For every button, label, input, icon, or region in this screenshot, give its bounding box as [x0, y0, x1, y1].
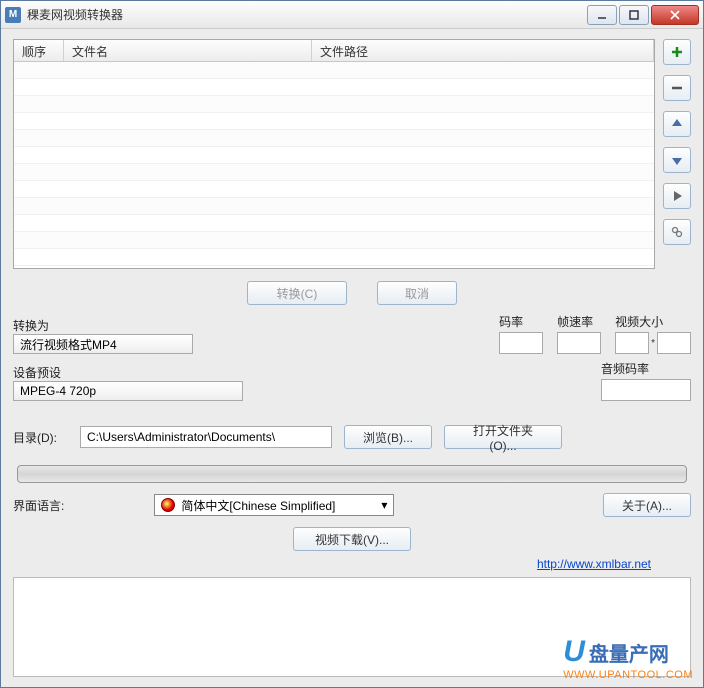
about-button[interactable]: 关于(A)...	[603, 493, 691, 517]
app-icon: M	[5, 7, 21, 23]
watermark-url: WWW.UPANTOOL.COM	[563, 669, 693, 681]
add-button[interactable]	[663, 39, 691, 65]
table-body	[14, 62, 654, 266]
move-up-button[interactable]	[663, 111, 691, 137]
language-value: 简体中文[Chinese Simplified]	[181, 497, 335, 514]
remove-button[interactable]	[663, 75, 691, 101]
convert-to-label: 转换为	[13, 317, 193, 334]
browse-button[interactable]: 浏览(B)...	[344, 425, 432, 449]
bitrate-input[interactable]	[499, 332, 543, 354]
watermark-brand: 盘量产网	[589, 638, 669, 667]
preset-select[interactable]: MPEG-4 720p	[13, 381, 243, 401]
table-row[interactable]	[14, 198, 654, 215]
window-title: 稞麦网视频转换器	[27, 6, 587, 23]
action-row: 转换(C) 取消	[13, 281, 691, 305]
format-value: 流行视频格式MP4	[20, 336, 117, 353]
table-row[interactable]	[14, 62, 654, 79]
preset-label: 设备预设	[13, 364, 243, 381]
website-link[interactable]: http://www.xmlbar.net	[537, 557, 651, 571]
preset-value: MPEG-4 720p	[20, 384, 96, 398]
video-width-input[interactable]	[615, 332, 649, 354]
table-row[interactable]	[14, 113, 654, 130]
flag-icon	[161, 498, 175, 512]
play-button[interactable]	[663, 183, 691, 209]
table-row[interactable]	[14, 232, 654, 249]
open-folder-button[interactable]: 打开文件夹(O)...	[444, 425, 562, 449]
table-row[interactable]	[14, 181, 654, 198]
video-download-button[interactable]: 视频下载(V)...	[293, 527, 411, 551]
framerate-input[interactable]	[557, 332, 601, 354]
close-button[interactable]	[651, 5, 699, 25]
watermark: U 盘量产网 WWW.UPANTOOL.COM	[563, 635, 693, 681]
directory-label: 目录(D):	[13, 429, 68, 446]
table-row[interactable]	[14, 249, 654, 266]
col-filename[interactable]: 文件名	[64, 40, 312, 61]
table-row[interactable]	[14, 130, 654, 147]
col-filepath[interactable]: 文件路径	[312, 40, 654, 61]
client-area: 顺序 文件名 文件路径	[1, 29, 703, 687]
titlebar: M 稞麦网视频转换器	[1, 1, 703, 29]
multiply-icon: *	[651, 338, 655, 349]
maximize-button[interactable]	[619, 5, 649, 25]
settings-button[interactable]	[663, 219, 691, 245]
directory-input[interactable]	[80, 426, 332, 448]
col-order[interactable]: 顺序	[14, 40, 64, 61]
bitrate-label: 码率	[499, 313, 543, 330]
table-row[interactable]	[14, 215, 654, 232]
app-window: M 稞麦网视频转换器 顺序 文件名 文件路径	[0, 0, 704, 688]
table-row[interactable]	[14, 96, 654, 113]
watermark-u-icon: U	[563, 635, 585, 669]
audio-bitrate-input[interactable]	[601, 379, 691, 401]
file-table[interactable]: 顺序 文件名 文件路径	[13, 39, 655, 269]
language-label: 界面语言:	[13, 497, 64, 514]
language-select[interactable]: 简体中文[Chinese Simplified] ▾	[154, 494, 394, 516]
convert-button[interactable]: 转换(C)	[247, 281, 347, 305]
cancel-button[interactable]: 取消	[377, 281, 457, 305]
videosize-label: 视频大小	[615, 313, 691, 330]
table-row[interactable]	[14, 79, 654, 96]
table-header: 顺序 文件名 文件路径	[14, 40, 654, 62]
chevron-down-icon: ▾	[381, 498, 387, 512]
format-select[interactable]: 流行视频格式MP4	[13, 334, 193, 354]
window-controls	[587, 5, 699, 25]
table-row[interactable]	[14, 164, 654, 181]
video-height-input[interactable]	[657, 332, 691, 354]
audio-bitrate-label: 音频码率	[601, 360, 691, 377]
minimize-button[interactable]	[587, 5, 617, 25]
move-down-button[interactable]	[663, 147, 691, 173]
side-toolbar	[663, 39, 691, 269]
framerate-label: 帧速率	[557, 313, 601, 330]
progress-bar	[17, 465, 687, 483]
table-row[interactable]	[14, 147, 654, 164]
